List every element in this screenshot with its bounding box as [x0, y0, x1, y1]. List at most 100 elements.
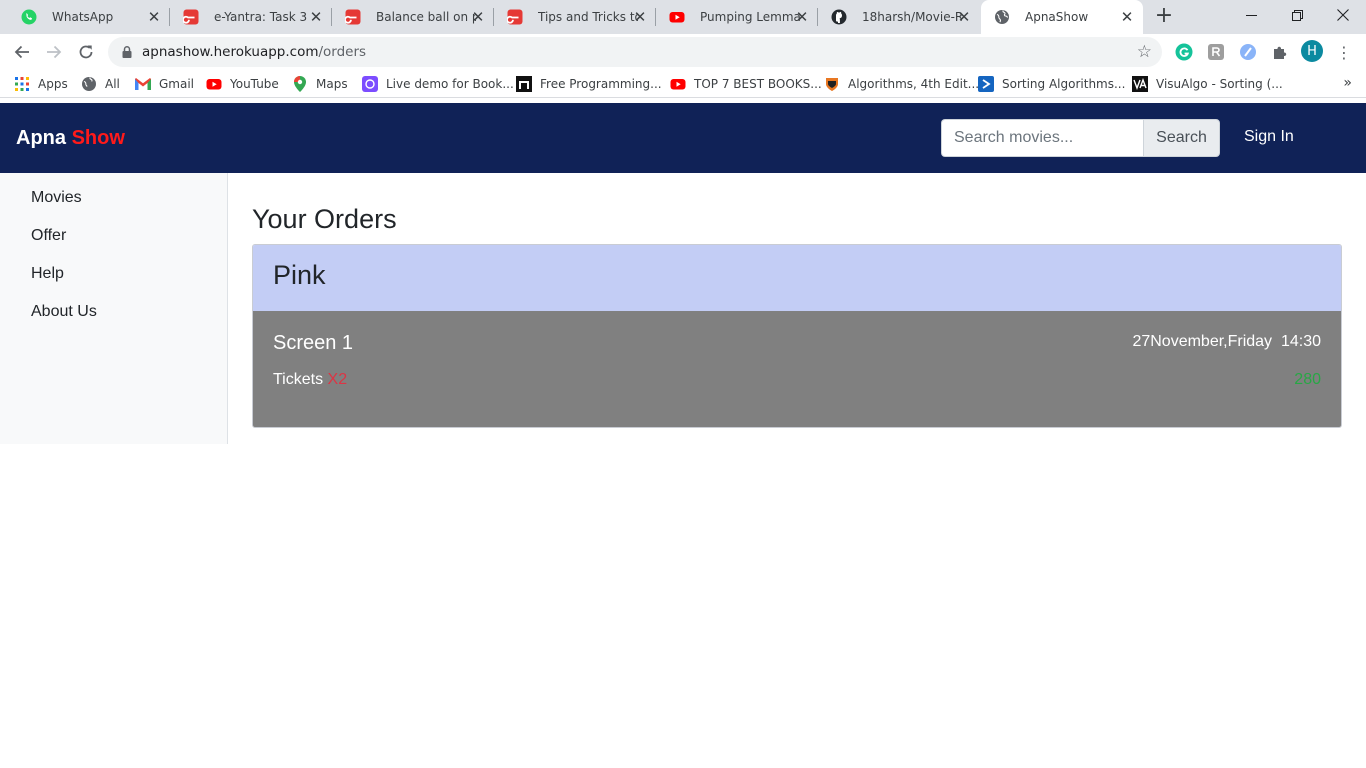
restore-button[interactable]	[1274, 0, 1320, 30]
show-time: 14:30	[1280, 333, 1321, 350]
puzzle-extensions-icon[interactable]	[1270, 42, 1290, 62]
minimize-icon	[1245, 14, 1257, 16]
github-icon	[831, 9, 847, 25]
tab-title: ApnaShow	[1025, 10, 1089, 24]
eyantra-icon	[345, 9, 361, 25]
bookmark-label: Apps	[38, 77, 68, 91]
bookmark-icon	[362, 76, 378, 92]
bookmark-label: Maps	[316, 77, 348, 91]
browser-tab-tips-tricks[interactable]: Tips and Tricks to I ✕	[494, 0, 656, 34]
close-icon[interactable]: ✕	[1119, 9, 1135, 25]
sidebar-item-movies[interactable]: Movies	[31, 189, 82, 207]
browser-tab-apnashow[interactable]: ApnaShow ✕	[981, 0, 1143, 34]
reload-button[interactable]	[72, 38, 100, 66]
sidebar-item-offer[interactable]: Offer	[31, 227, 66, 245]
close-icon[interactable]: ✕	[956, 9, 972, 25]
youtube-icon	[670, 76, 686, 92]
globe-icon	[994, 9, 1010, 25]
browser-tab-strip: WhatsApp ✕ e-Yantra: Task 3 ✕ Balance ba…	[0, 0, 1366, 34]
close-icon[interactable]: ✕	[470, 9, 486, 25]
bookmark-sorting-algorithms[interactable]: Sorting Algorithms...	[978, 75, 1125, 93]
browser-tab-eyantra-task3[interactable]: e-Yantra: Task 3 ✕	[170, 0, 332, 34]
browser-tab-github[interactable]: 18harsh/Movie-Re ✕	[818, 0, 980, 34]
bookmark-label: VisuAlgo - Sorting (...	[1156, 77, 1283, 91]
close-icon[interactable]: ✕	[632, 9, 648, 25]
browser-tab-pumping-lemma[interactable]: Pumping Lemma ( ✕	[656, 0, 818, 34]
bookmark-top7-books[interactable]: TOP 7 BEST BOOKS...	[670, 75, 822, 93]
browser-tab-balance-ball[interactable]: Balance ball on pla ✕	[332, 0, 494, 34]
close-icon[interactable]: ✕	[146, 9, 162, 25]
tab-title: Pumping Lemma (	[700, 10, 800, 24]
bookmark-icon	[516, 76, 532, 92]
bookmark-label: Gmail	[159, 77, 195, 91]
shield-crest-icon	[824, 76, 840, 92]
url-text[interactable]: apnashow.herokuapp.com/orders	[142, 44, 366, 60]
brand-accent: Show	[71, 127, 125, 149]
bookmarks-overflow-chevron-icon[interactable]: »	[1343, 75, 1352, 91]
forward-button[interactable]	[40, 38, 68, 66]
browser-tab-whatsapp[interactable]: WhatsApp ✕	[8, 0, 170, 34]
url-host: apnashow.herokuapp.com	[142, 44, 319, 60]
youtube-icon	[206, 76, 222, 92]
bookmark-visualgo[interactable]: VisuAlgo - Sorting (...	[1132, 75, 1283, 93]
order-card-header: Pink	[253, 245, 1341, 311]
minimize-button[interactable]	[1228, 0, 1274, 30]
youtube-icon	[669, 9, 685, 25]
maps-pin-icon	[292, 76, 308, 92]
tab-title: WhatsApp	[52, 10, 114, 24]
bookmark-youtube[interactable]: YouTube	[206, 75, 279, 93]
eyantra-icon	[183, 9, 199, 25]
order-price: 280	[1294, 371, 1321, 388]
close-icon	[1337, 9, 1349, 21]
bookmark-label: YouTube	[230, 77, 279, 91]
sidebar: Movies Offer Help About Us	[0, 173, 228, 444]
bookmark-star-icon[interactable]: ☆	[1137, 42, 1152, 62]
search-movies-input[interactable]	[941, 119, 1144, 157]
bookmark-maps[interactable]: Maps	[292, 75, 348, 93]
extension-icon[interactable]	[1206, 42, 1226, 62]
bookmark-live-demo[interactable]: Live demo for Book...	[362, 75, 514, 93]
tab-title: Balance ball on pla	[376, 10, 476, 24]
search-button[interactable]: Search	[1143, 119, 1220, 157]
extension-icon[interactable]	[1238, 42, 1258, 62]
sign-in-link[interactable]: Sign In	[1244, 128, 1294, 146]
arrow-left-icon	[14, 45, 29, 59]
globe-icon	[81, 76, 97, 92]
lock-icon[interactable]	[120, 45, 134, 59]
back-button[interactable]	[8, 38, 36, 66]
tickets-label: Tickets	[273, 371, 324, 388]
bookmarks-bar: Apps All Gmail YouTube Maps Live demo fo…	[0, 70, 1366, 98]
order-card-body: Screen 1 27November,Friday 14:30 Tickets…	[253, 311, 1341, 427]
close-window-button[interactable]	[1320, 0, 1366, 30]
bookmark-free-programming[interactable]: Free Programming...	[516, 75, 662, 93]
movie-title: Pink	[273, 260, 326, 290]
brand-logo[interactable]: Apna Show	[16, 127, 125, 150]
bookmark-apps[interactable]: Apps	[14, 75, 68, 93]
grammarly-extension-icon[interactable]	[1174, 42, 1194, 62]
visualgo-icon	[1132, 76, 1148, 92]
close-icon[interactable]: ✕	[794, 9, 810, 25]
brand-name: Apna	[16, 127, 66, 149]
tab-title: e-Yantra: Task 3	[214, 10, 308, 24]
tab-title: Tips and Tricks to I	[538, 10, 638, 24]
sidebar-item-about-us[interactable]: About Us	[31, 303, 97, 321]
apps-grid-icon	[14, 76, 30, 92]
eyantra-icon	[507, 9, 523, 25]
profile-avatar[interactable]: H	[1301, 40, 1323, 62]
kebab-menu-icon[interactable]: ⋮	[1334, 42, 1354, 62]
gmail-icon	[135, 76, 151, 92]
page-title: Your Orders	[252, 204, 397, 234]
browser-toolbar: apnashow.herokuapp.com/orders ☆ H ⋮	[0, 34, 1366, 70]
address-bar[interactable]: apnashow.herokuapp.com/orders ☆	[108, 37, 1162, 67]
bookmark-all[interactable]: All	[81, 75, 120, 93]
close-icon[interactable]: ✕	[308, 9, 324, 25]
bookmark-label: TOP 7 BEST BOOKS...	[694, 77, 822, 91]
bookmark-label: Sorting Algorithms...	[1002, 77, 1126, 91]
whatsapp-icon	[21, 9, 37, 25]
bookmark-gmail[interactable]: Gmail	[135, 75, 194, 93]
order-card: Pink Screen 1 27November,Friday 14:30 Ti…	[252, 244, 1342, 428]
bookmark-algorithms[interactable]: Algorithms, 4th Edit...	[824, 75, 979, 93]
sidebar-item-help[interactable]: Help	[31, 265, 64, 283]
new-tab-button[interactable]: +	[1153, 5, 1175, 28]
bookmark-label: Live demo for Book...	[386, 77, 514, 91]
